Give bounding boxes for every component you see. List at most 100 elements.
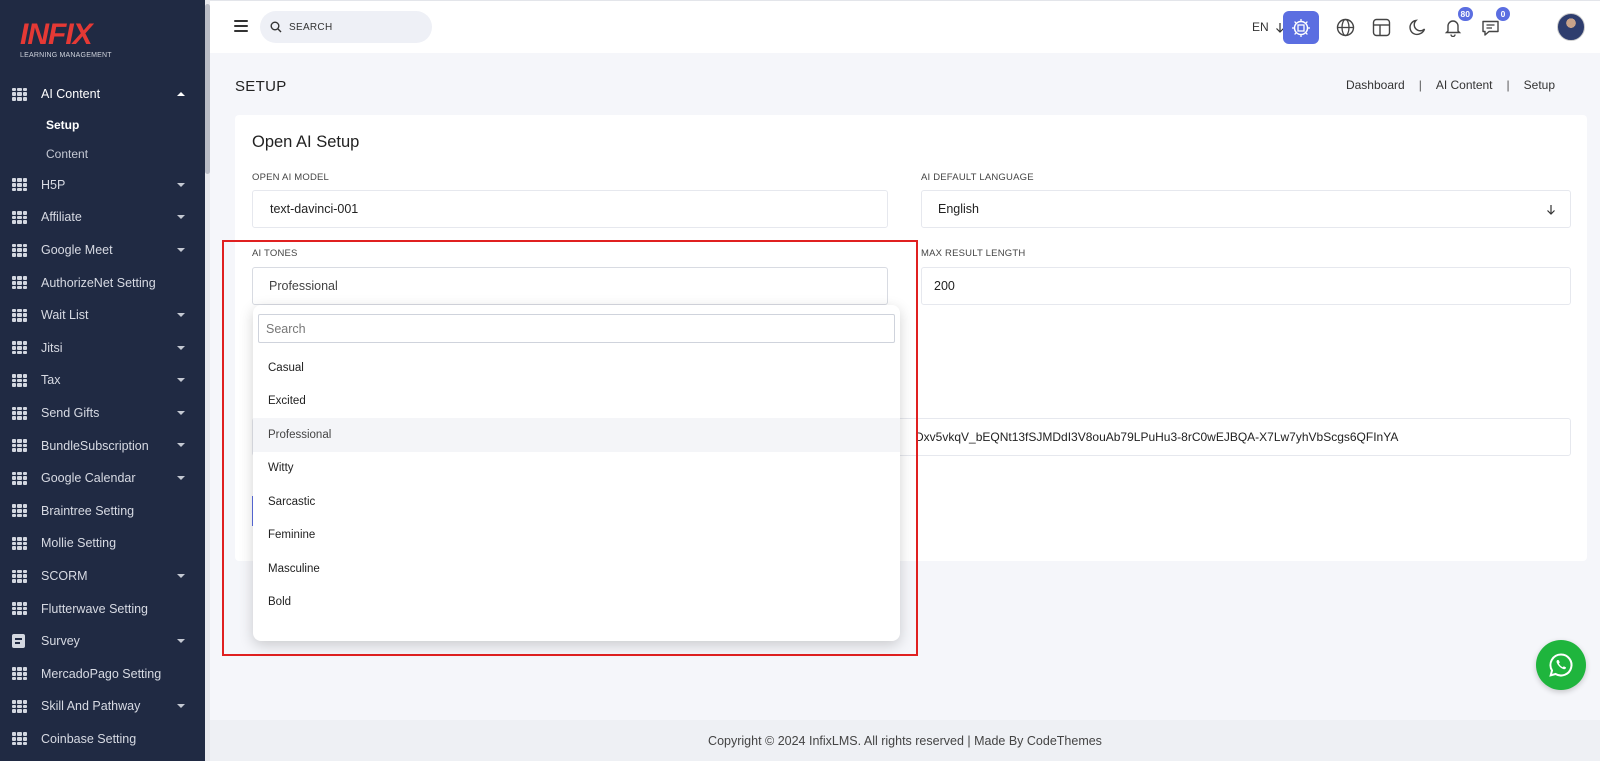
breadcrumb-ai-content[interactable]: AI Content	[1436, 78, 1493, 92]
cpu-button[interactable]	[1283, 11, 1319, 44]
chevron-down-icon	[177, 475, 185, 480]
dropdown-option-clipped[interactable]	[253, 343, 900, 349]
grid-icon	[12, 276, 27, 290]
grid-icon	[12, 536, 27, 550]
grid-icon	[12, 178, 27, 192]
max-result-length-value: 200	[934, 279, 955, 293]
max-result-length-field[interactable]: 200	[921, 267, 1571, 305]
language-label: EN	[1252, 20, 1269, 34]
dropdown-options: Casual Excited Professional Witty Sarcastic F…	[253, 351, 900, 619]
search-input[interactable]	[289, 21, 409, 33]
moon-icon	[1409, 18, 1426, 35]
grid-icon	[12, 308, 27, 322]
sidebar-item-google-meet[interactable]: Google Meet	[0, 234, 205, 267]
chevron-down-icon	[177, 247, 185, 252]
dropdown-option-witty[interactable]: Witty	[253, 452, 900, 486]
card-title: Open AI Setup	[252, 133, 360, 151]
grid-icon	[12, 439, 27, 453]
sidebar-item-label: Flutterwave Setting	[41, 601, 148, 616]
sidebar-item-survey[interactable]: Survey	[0, 625, 205, 658]
globe-icon	[1336, 18, 1354, 37]
sidebar-item-bundlesubscription[interactable]: BundleSubscription	[0, 429, 205, 462]
user-avatar[interactable]	[1557, 13, 1585, 41]
logo[interactable]: INFIX LEARNING MANAGEMENT	[20, 20, 112, 60]
sidebar-item-h5p[interactable]: H5P	[0, 169, 205, 202]
global-search[interactable]	[260, 11, 432, 43]
sidebar-item-affiliate[interactable]: Affiliate	[0, 201, 205, 234]
whatsapp-icon	[1549, 653, 1573, 677]
grid-icon	[12, 243, 27, 257]
dropdown-search-input[interactable]	[258, 314, 895, 343]
sidebar-item-skill-and-pathway[interactable]: Skill And Pathway	[0, 690, 205, 723]
sidebar-item-coinbase-setting[interactable]: Coinbase Setting	[0, 723, 205, 756]
dropdown-option-casual[interactable]: Casual	[253, 351, 900, 385]
grid-icon	[12, 732, 27, 746]
ai-default-language-select[interactable]: English	[921, 190, 1571, 228]
max-result-length-label: MAX RESULT LENGTH	[921, 248, 1026, 259]
search-icon	[270, 21, 282, 33]
sidebar-subitem-content[interactable]: Content	[0, 140, 205, 169]
grid-icon	[12, 602, 27, 616]
sidebar-item-label: Tax	[41, 373, 61, 388]
open-ai-model-label: OPEN AI MODEL	[252, 172, 330, 183]
dark-mode-toggle[interactable]	[1399, 11, 1435, 44]
sidebar-item-tax[interactable]: Tax	[0, 364, 205, 397]
dropdown-option-professional[interactable]: Professional	[253, 418, 900, 452]
sidebar-scrollbar[interactable]	[205, 0, 210, 761]
sidebar-item-label: MercadoPago Setting	[41, 666, 162, 681]
chevron-down-icon	[177, 443, 185, 448]
api-key-value: Dxv5vkqV_bEQNt13fSJMDdI3V8ouAb79LPuHu3-8…	[915, 430, 1399, 444]
footer-copyright: Copyright © 2024 InfixLMS. All rights re…	[708, 733, 1102, 748]
website-button[interactable]	[1327, 11, 1363, 44]
chevron-down-icon	[177, 182, 185, 187]
sidebar-subitem-setup[interactable]: Setup	[0, 111, 205, 140]
breadcrumb: Dashboard | AI Content | Setup	[1346, 78, 1555, 92]
notifications-button[interactable]: 80	[1435, 6, 1474, 44]
grid-icon	[12, 87, 27, 101]
chevron-down-icon	[177, 215, 185, 220]
sidebar-item-authorizenet-setting[interactable]: AuthorizeNet Setting	[0, 266, 205, 299]
ai-tones-dropdown: CasualExcitedProfessionalWittySarcasticF…	[253, 305, 900, 641]
sidebar-item-ai-content[interactable]: AI Content	[0, 78, 205, 111]
page-title: SETUP	[235, 78, 287, 95]
chevron-up-icon	[177, 92, 185, 96]
layout-button[interactable]	[1363, 11, 1399, 44]
sidebar-item-label: AuthorizeNet Setting	[41, 275, 156, 290]
sidebar-item-label: Jitsi	[41, 340, 63, 355]
sidebar-item-jitsi[interactable]: Jitsi	[0, 332, 205, 365]
sidebar-item-label: Wait List	[41, 308, 89, 323]
dropdown-option-bold[interactable]: Bold	[253, 586, 900, 620]
sidebar-item-send-gifts[interactable]: Send Gifts	[0, 397, 205, 430]
chevron-down-icon	[177, 573, 185, 578]
open-ai-model-field[interactable]: text-davinci-001	[252, 190, 888, 228]
open-ai-model-value: text-davinci-001	[270, 202, 359, 216]
sidebar-item-google-calendar[interactable]: Google Calendar	[0, 462, 205, 495]
grid-icon	[12, 373, 27, 387]
grid-icon	[12, 504, 27, 518]
sidebar-item-label: Coinbase Setting	[41, 731, 137, 746]
sidebar-item-label: Survey	[41, 634, 80, 649]
sidebar-item-label: H5P	[41, 177, 66, 192]
whatsapp-button[interactable]	[1536, 640, 1586, 690]
dropdown-option-feminine[interactable]: Feminine	[253, 519, 900, 553]
dropdown-option-masculine[interactable]: Masculine	[253, 552, 900, 586]
language-selector[interactable]: EN	[1252, 20, 1285, 34]
sidebar-item-scorm[interactable]: SCORM	[0, 560, 205, 593]
sidebar-item-flutterwave-setting[interactable]: Flutterwave Setting	[0, 592, 205, 625]
breadcrumb-separator: |	[1506, 78, 1510, 92]
chevron-down-icon	[177, 410, 185, 415]
dropdown-option-excited[interactable]: Excited	[253, 385, 900, 419]
sidebar-item-braintree-setting[interactable]: Braintree Setting	[0, 495, 205, 528]
messages-button[interactable]: 0	[1472, 6, 1511, 44]
sidebar-item-wait-list[interactable]: Wait List	[0, 299, 205, 332]
sidebar-item-mercadopago-setting[interactable]: MercadoPago Setting	[0, 658, 205, 691]
dropdown-option-sarcastic[interactable]: Sarcastic	[253, 485, 900, 519]
sidebar-item-mollie-setting[interactable]: Mollie Setting	[0, 527, 205, 560]
sidebar-item-label: Google Calendar	[41, 471, 136, 486]
topbar: EN 80 0	[210, 0, 1600, 53]
document-icon	[12, 634, 25, 649]
breadcrumb-dashboard[interactable]: Dashboard	[1346, 78, 1405, 92]
menu-toggle-icon[interactable]	[234, 20, 248, 32]
sidebar-item-label: Braintree Setting	[41, 503, 135, 518]
arrow-down-icon	[1547, 205, 1555, 215]
